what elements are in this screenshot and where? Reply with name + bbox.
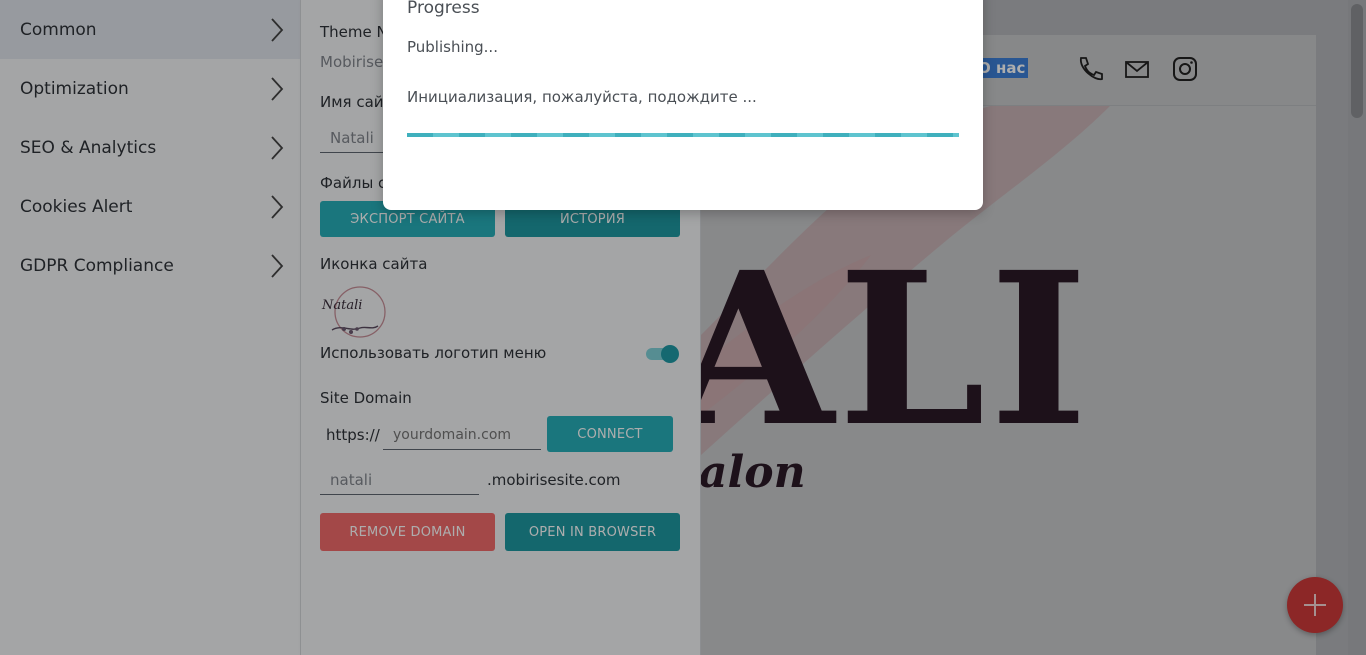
dialog-title: Progress [407,0,480,18]
progress-bar [407,133,959,137]
dialog-message: Инициализация, пожалуйста, подождите ... [407,88,757,106]
dialog-status: Publishing... [407,38,498,56]
progress-dialog: Progress Publishing... Инициализация, по… [383,0,983,210]
progress-bar-fill [407,133,959,137]
